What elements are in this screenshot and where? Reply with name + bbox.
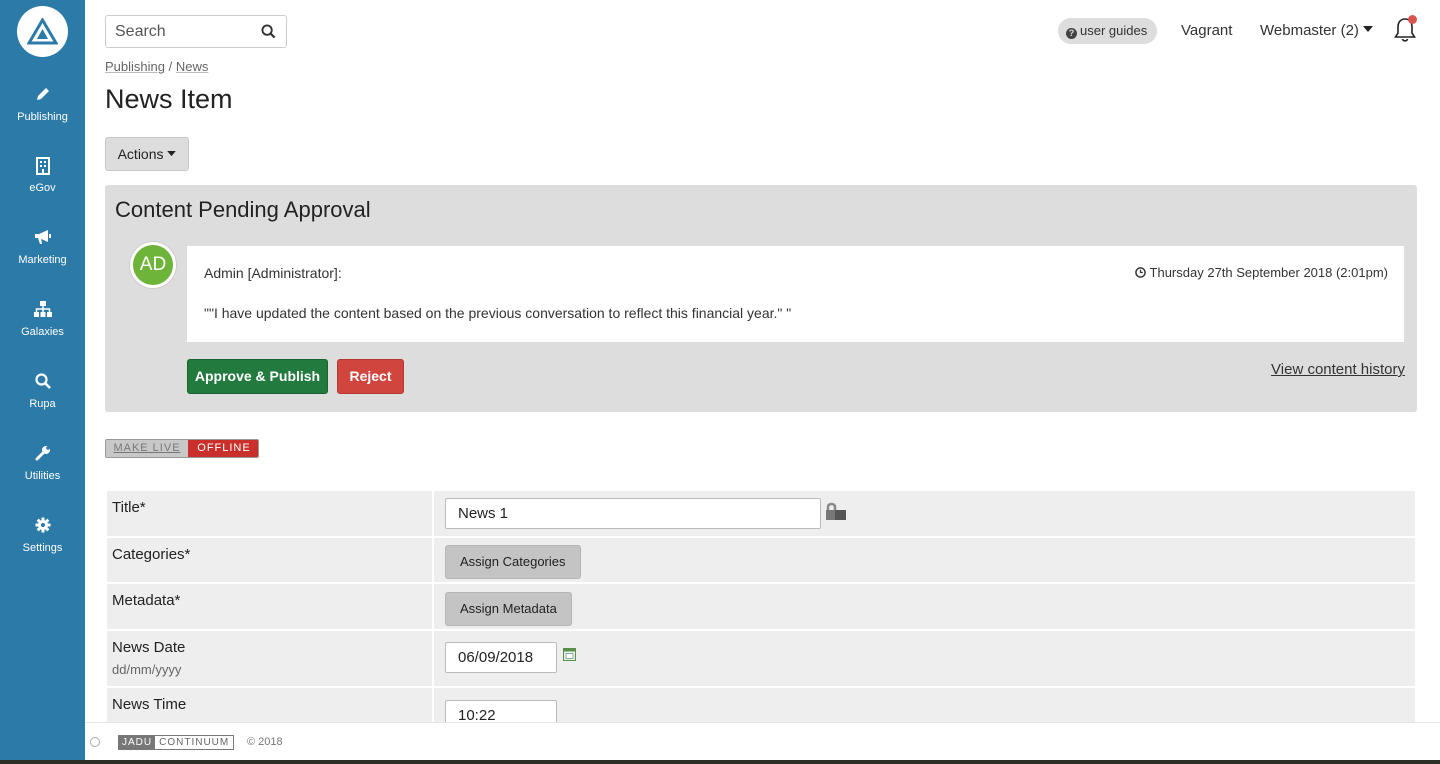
breadcrumb: Publishing / News bbox=[105, 59, 208, 74]
breadcrumb-news[interactable]: News bbox=[176, 59, 209, 74]
search-box bbox=[105, 15, 287, 48]
approval-panel: Content Pending Approval AD Admin [Admin… bbox=[105, 185, 1417, 412]
sidebar-item-rupa[interactable]: Rupa bbox=[0, 373, 85, 410]
form-row-metadata: Metadata* Assign Metadata bbox=[107, 584, 1415, 629]
comment-date: Thursday 27th September 2018 (2:01pm) bbox=[1135, 265, 1388, 280]
metadata-label: Metadata* bbox=[107, 584, 434, 629]
notification-badge bbox=[1408, 15, 1417, 24]
sidebar-item-label: Utilities bbox=[24, 470, 61, 482]
sidebar-item-settings[interactable]: Settings bbox=[0, 517, 85, 554]
make-live-button[interactable]: MAKE LIVE bbox=[106, 440, 188, 457]
title-label: Title* bbox=[107, 491, 434, 536]
sidebar-item-marketing[interactable]: Marketing bbox=[0, 229, 85, 266]
page-title: News Item bbox=[105, 84, 233, 114]
live-status-toggle[interactable]: MAKE LIVE OFFLINE bbox=[105, 439, 259, 458]
sidebar-item-utilities[interactable]: Utilities bbox=[0, 445, 85, 482]
sidebar-item-label: Publishing bbox=[17, 111, 68, 123]
clock-icon bbox=[1135, 267, 1146, 278]
account-menu[interactable]: Webmaster (2) bbox=[1260, 22, 1374, 39]
categories-label: Categories* bbox=[107, 538, 434, 582]
sidebar-item-egov[interactable]: eGov bbox=[0, 157, 85, 194]
news-date-hint: dd/mm/yyyy bbox=[112, 662, 182, 677]
question-icon: ? bbox=[1066, 28, 1077, 39]
caret-down-icon bbox=[1363, 26, 1374, 32]
footer-logo: JADU CONTINUUM bbox=[118, 735, 235, 750]
reject-button[interactable]: Reject bbox=[337, 359, 404, 394]
avatar: AD bbox=[130, 242, 176, 288]
site-user-link[interactable]: Vagrant bbox=[1181, 22, 1232, 39]
megaphone-icon bbox=[0, 229, 85, 249]
form-row-categories: Categories* Assign Categories bbox=[107, 538, 1415, 582]
assign-metadata-button[interactable]: Assign Metadata bbox=[445, 592, 572, 626]
comment-date-text: Thursday 27th September 2018 (2:01pm) bbox=[1149, 265, 1388, 280]
footer: JADU CONTINUUM © 2018 bbox=[85, 722, 1440, 760]
sitemap-icon bbox=[0, 301, 85, 321]
caret-down-icon bbox=[167, 151, 177, 157]
building-icon bbox=[0, 157, 85, 177]
approve-publish-button[interactable]: Approve & Publish bbox=[187, 359, 328, 394]
sidebar-item-label: eGov bbox=[29, 182, 56, 194]
calendar-icon[interactable] bbox=[563, 648, 576, 666]
scroll-top-icon[interactable] bbox=[90, 737, 100, 747]
news-date-label-cell: News Date dd/mm/yyyy bbox=[107, 631, 434, 686]
user-guides-button[interactable]: ? user guides bbox=[1058, 18, 1158, 44]
sidebar-item-label: Settings bbox=[22, 542, 63, 554]
sidebar-item-publishing[interactable]: Publishing bbox=[0, 86, 85, 123]
sidebar-item-label: Marketing bbox=[18, 254, 67, 266]
actions-dropdown[interactable]: Actions bbox=[105, 137, 189, 171]
main-content: ?user guides Vagrant Webmaster (2) Publi… bbox=[85, 0, 1440, 760]
form-row-news-date: News Date dd/mm/yyyy bbox=[107, 631, 1415, 686]
gear-icon bbox=[0, 517, 85, 537]
comment-message: ""I have updated the content based on th… bbox=[204, 305, 792, 321]
title-input[interactable] bbox=[445, 498, 821, 529]
pencil-icon bbox=[0, 86, 85, 106]
search-icon bbox=[0, 373, 85, 393]
breadcrumb-separator: / bbox=[168, 59, 173, 74]
lock-icon[interactable] bbox=[825, 501, 847, 526]
search-icon[interactable] bbox=[261, 24, 276, 44]
comment-author: Admin [Administrator]: bbox=[204, 265, 342, 281]
notifications-button[interactable] bbox=[1394, 15, 1417, 48]
news-date-label: News Date bbox=[112, 639, 186, 656]
app-logo[interactable] bbox=[17, 6, 68, 57]
sidebar-item-label: Rupa bbox=[29, 398, 56, 410]
footer-copyright: © 2018 bbox=[247, 736, 283, 748]
approval-title: Content Pending Approval bbox=[115, 197, 371, 222]
triangle-logo-icon bbox=[27, 18, 58, 45]
news-date-input[interactable] bbox=[445, 642, 557, 673]
actions-label: Actions bbox=[117, 146, 164, 162]
sidebar-item-label: Galaxies bbox=[21, 326, 64, 338]
offline-status: OFFLINE bbox=[188, 440, 258, 457]
user-guides-label: user guides bbox=[1080, 23, 1148, 38]
account-label: Webmaster (2) bbox=[1260, 22, 1359, 39]
approval-comment: Admin [Administrator]: Thursday 27th Sep… bbox=[187, 246, 1404, 342]
view-content-history-link[interactable]: View content history bbox=[1271, 361, 1405, 378]
form-row-title: Title* bbox=[107, 491, 1415, 536]
sidebar: Publishing eGov Marketing Galaxies Rupa … bbox=[0, 0, 85, 760]
search-input[interactable] bbox=[115, 23, 255, 41]
breadcrumb-publishing[interactable]: Publishing bbox=[105, 59, 165, 74]
assign-categories-button[interactable]: Assign Categories bbox=[445, 545, 581, 579]
wrench-icon bbox=[0, 445, 85, 465]
sidebar-item-galaxies[interactable]: Galaxies bbox=[0, 301, 85, 338]
